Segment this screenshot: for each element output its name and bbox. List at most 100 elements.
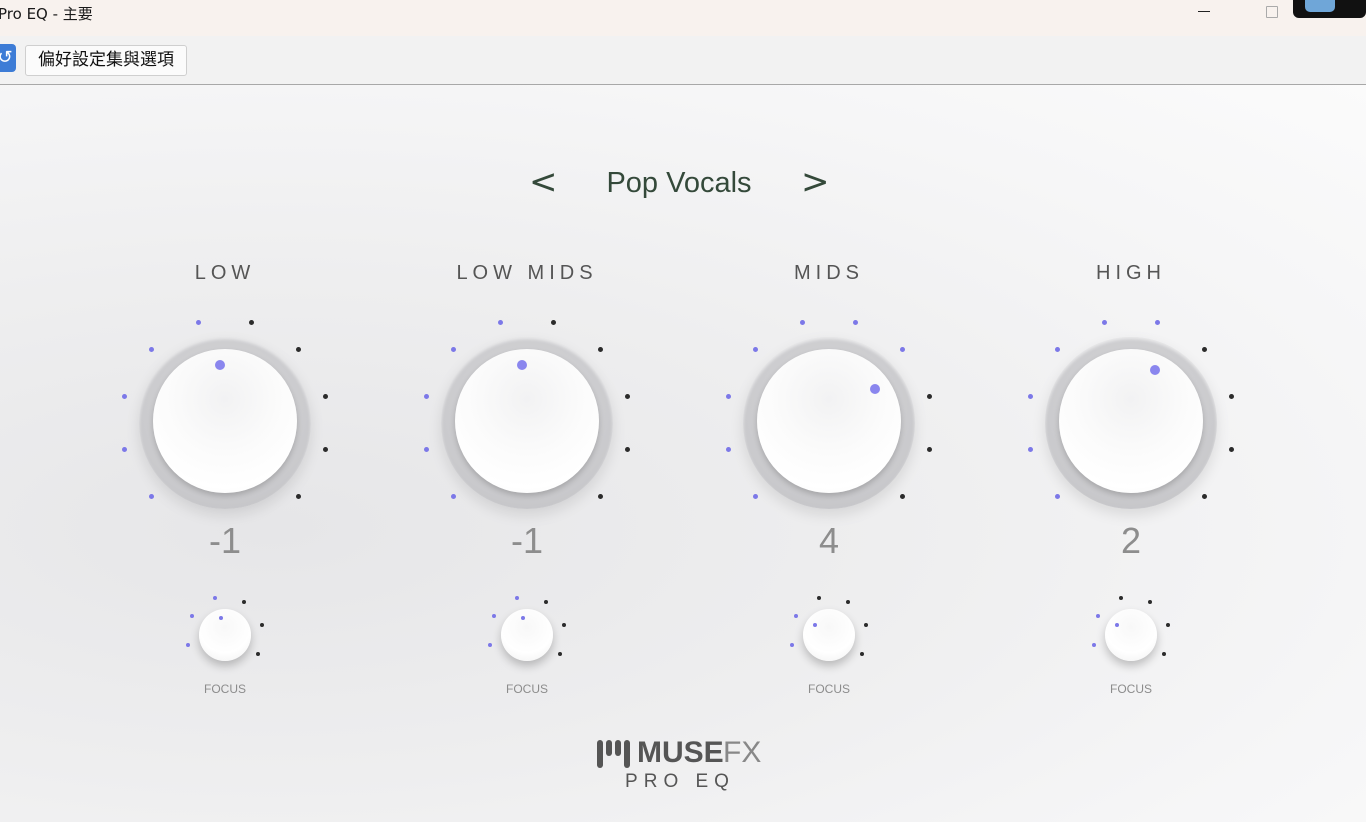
- gain-knob-mids[interactable]: [743, 337, 915, 509]
- focus-tick: [242, 600, 246, 605]
- focus-tick: [859, 652, 864, 656]
- focus-label-low-mids: FOCUS: [506, 682, 548, 696]
- logo-brand-bold: MUSE: [637, 736, 724, 769]
- focus-tick: [557, 652, 562, 656]
- gain-value-mids: 4: [818, 520, 840, 561]
- focus-tick: [213, 596, 218, 601]
- gain-value-high: 2: [1120, 520, 1142, 561]
- focus-indicator: [218, 615, 223, 620]
- focus-tick: [1119, 596, 1124, 601]
- knob-tick: [148, 346, 154, 352]
- focus-label-mids: FOCUS: [808, 682, 850, 696]
- knob-tick: [122, 393, 128, 399]
- focus-indicator: [813, 623, 818, 627]
- knob-tick: [726, 447, 732, 453]
- focus-tick: [1148, 600, 1152, 605]
- knob-tick: [598, 346, 604, 352]
- knob-tick: [624, 447, 630, 453]
- knob-face: [757, 349, 901, 493]
- knob-indicator: [1149, 365, 1160, 376]
- gain-knob-high[interactable]: [1045, 337, 1217, 509]
- knob-tick: [322, 393, 328, 399]
- focus-tick: [561, 623, 566, 628]
- knob-tick: [900, 346, 906, 352]
- knob-tick: [752, 346, 758, 352]
- knob-tick: [1202, 346, 1208, 352]
- knob-tick: [1228, 393, 1234, 399]
- knob-tick: [322, 447, 328, 453]
- knob-tick: [900, 494, 906, 500]
- focus-tick: [488, 642, 493, 647]
- band-label-high: HIGH: [1096, 262, 1166, 284]
- band-label-low: LOW: [194, 262, 256, 284]
- focus-indicator: [520, 615, 525, 620]
- focus-tick: [794, 614, 799, 618]
- knob-face: [153, 349, 297, 493]
- app-window: Pro EQ - 主要 ↺ 偏好設定集與選項 < Pop Vocals > LO…: [0, 0, 1366, 822]
- knob-tick: [1155, 320, 1161, 326]
- focus-tick: [846, 600, 850, 605]
- focus-label-high: FOCUS: [1110, 682, 1152, 696]
- knob-tick: [926, 393, 932, 399]
- knob-tick: [551, 320, 557, 326]
- knob-tick: [195, 320, 201, 326]
- knob-face: [455, 349, 599, 493]
- knob-tick: [148, 494, 154, 500]
- knob-indicator: [869, 383, 880, 394]
- toolbar: ↺ 偏好設定集與選項: [0, 36, 1366, 85]
- knob-tick: [1101, 320, 1107, 326]
- knob-tick: [497, 320, 503, 326]
- focus-label-low: FOCUS: [204, 682, 246, 696]
- band-label-mids: MIDS: [794, 262, 864, 284]
- focus-knob-low-mids[interactable]: [501, 609, 553, 661]
- knob-tick: [424, 447, 430, 453]
- gain-value-low: -1: [208, 520, 241, 561]
- knob-tick: [799, 320, 805, 326]
- knob-tick: [1054, 346, 1060, 352]
- window-overlay-widget[interactable]: [1293, 0, 1366, 18]
- minimize-button[interactable]: [1192, 0, 1218, 24]
- focus-indicator: [1115, 623, 1120, 627]
- knob-tick: [598, 494, 604, 500]
- refresh-icon[interactable]: ↺: [0, 44, 16, 72]
- gain-value-low-mids: -1: [510, 520, 543, 561]
- knob-tick: [424, 393, 430, 399]
- knob-face: [1059, 349, 1203, 493]
- knob-tick: [296, 346, 302, 352]
- knob-tick: [1054, 494, 1060, 500]
- preset-name: Pop Vocals: [606, 167, 752, 199]
- musefx-logo-icon: [597, 740, 630, 768]
- focus-tick: [544, 600, 548, 605]
- focus-tick: [817, 596, 822, 601]
- knob-tick: [296, 494, 302, 500]
- preset-next-button[interactable]: >: [801, 163, 830, 203]
- knob-tick: [853, 320, 859, 326]
- focus-tick: [1096, 614, 1101, 618]
- title-bar: Pro EQ - 主要: [0, 0, 1366, 36]
- overlay-widget-icon: [1305, 0, 1335, 12]
- knob-tick: [1228, 447, 1234, 453]
- gain-knob-low-mids[interactable]: [441, 337, 613, 509]
- preset-prev-button[interactable]: <: [529, 163, 558, 203]
- focus-tick: [259, 623, 264, 628]
- focus-tick: [186, 642, 191, 647]
- knob-tick: [726, 393, 732, 399]
- knob-tick: [624, 393, 630, 399]
- focus-tick: [1165, 623, 1170, 628]
- preferences-button[interactable]: 偏好設定集與選項: [25, 45, 187, 76]
- maximize-button[interactable]: [1258, 0, 1284, 24]
- gain-knob-low[interactable]: [139, 337, 311, 509]
- focus-tick: [790, 642, 795, 647]
- knob-tick: [450, 494, 456, 500]
- focus-knob-high[interactable]: [1105, 609, 1157, 661]
- eq-panel: < Pop Vocals > LOW -1 FOCUS LOW MIDS -1 …: [0, 85, 1366, 822]
- focus-tick: [255, 652, 260, 656]
- knob-tick: [249, 320, 255, 326]
- focus-tick: [515, 596, 520, 601]
- focus-knob-mids[interactable]: [803, 609, 855, 661]
- knob-tick: [122, 447, 128, 453]
- focus-knob-low[interactable]: [199, 609, 251, 661]
- knob-tick: [752, 494, 758, 500]
- logo-product: PRO EQ: [625, 771, 735, 792]
- knob-tick: [1202, 494, 1208, 500]
